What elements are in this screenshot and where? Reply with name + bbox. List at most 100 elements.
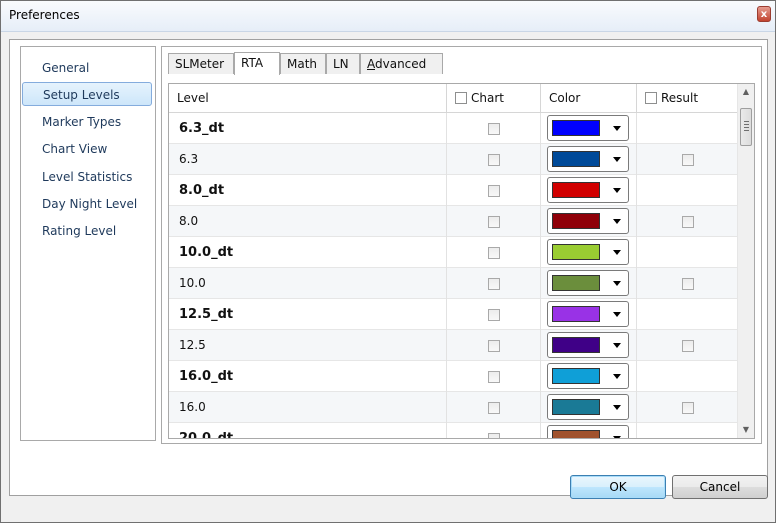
chart-cell <box>447 144 541 175</box>
chart-checkbox[interactable] <box>487 122 500 135</box>
header-level[interactable]: Level <box>169 84 447 112</box>
table-row[interactable]: 16.0 <box>169 392 738 423</box>
nav-item-day-night-level[interactable]: Day Night Level <box>22 192 152 216</box>
table-row[interactable]: 10.0_dt <box>169 237 738 268</box>
chart-checkbox[interactable] <box>487 401 500 414</box>
scroll-grip-line <box>744 130 749 131</box>
chart-checkbox[interactable] <box>487 432 500 438</box>
levels-grid: Level Chart Color Result 6.3_dt 6.3 8.0_dt… <box>168 83 755 439</box>
table-row[interactable]: 20.0_dt <box>169 423 738 438</box>
color-cell <box>541 361 637 392</box>
chevron-down-icon <box>613 281 621 286</box>
chart-cell <box>447 268 541 299</box>
nav-item-rating-level[interactable]: Rating Level <box>22 219 152 243</box>
tab-advanced[interactable]: Advanced <box>360 53 443 74</box>
color-swatch <box>552 306 600 322</box>
chart-cell <box>447 206 541 237</box>
table-row[interactable]: 6.3 <box>169 144 738 175</box>
nav-item-level-statistics[interactable]: Level Statistics <box>22 165 152 189</box>
chart-cell <box>447 392 541 423</box>
nav-item-setup-levels[interactable]: Setup Levels <box>22 82 152 106</box>
color-cell <box>541 392 637 423</box>
chart-cell <box>447 423 541 438</box>
chart-checkbox[interactable] <box>487 277 500 290</box>
chevron-down-icon <box>613 312 621 317</box>
tab-slmeter[interactable]: SLMeter <box>168 53 234 74</box>
header-chart-label: Chart <box>471 91 504 105</box>
scroll-down-icon[interactable]: ▼ <box>738 422 754 438</box>
tab-advanced-rest: dvanced <box>375 57 427 71</box>
result-checkbox[interactable] <box>681 215 694 228</box>
color-dropdown[interactable] <box>547 239 629 265</box>
color-cell <box>541 237 637 268</box>
tab-ln[interactable]: LN <box>326 53 360 74</box>
color-dropdown[interactable] <box>547 394 629 420</box>
close-icon[interactable]: x <box>757 6 771 22</box>
result-checkbox[interactable] <box>681 153 694 166</box>
result-cell <box>637 423 738 438</box>
color-cell <box>541 113 637 144</box>
table-row[interactable]: 16.0_dt <box>169 361 738 392</box>
color-dropdown[interactable] <box>547 363 629 389</box>
tab-rta[interactable]: RTA <box>234 52 280 75</box>
chart-checkbox[interactable] <box>487 308 500 321</box>
color-dropdown[interactable] <box>547 270 629 296</box>
level-name: 6.3_dt <box>169 113 447 144</box>
chart-checkbox[interactable] <box>487 339 500 352</box>
result-cell <box>637 268 738 299</box>
table-row[interactable]: 8.0_dt <box>169 175 738 206</box>
chevron-down-icon <box>613 157 621 162</box>
color-dropdown[interactable] <box>547 115 629 141</box>
vertical-scrollbar[interactable]: ▲ ▼ <box>737 84 754 438</box>
scroll-grip-line <box>744 127 749 128</box>
chart-checkbox[interactable] <box>487 215 500 228</box>
title-bar[interactable]: Preferences x <box>1 1 775 32</box>
color-dropdown[interactable] <box>547 146 629 172</box>
color-swatch <box>552 182 600 198</box>
color-dropdown[interactable] <box>547 301 629 327</box>
level-name: 12.5 <box>169 330 447 361</box>
color-swatch <box>552 368 600 384</box>
color-cell <box>541 144 637 175</box>
result-cell <box>637 361 738 392</box>
level-name: 10.0_dt <box>169 237 447 268</box>
level-name: 12.5_dt <box>169 299 447 330</box>
color-dropdown[interactable] <box>547 425 629 438</box>
header-result[interactable]: Result <box>637 84 738 112</box>
header-color[interactable]: Color <box>541 84 637 112</box>
color-cell <box>541 423 637 438</box>
chart-checkbox[interactable] <box>487 153 500 166</box>
result-checkbox[interactable] <box>681 401 694 414</box>
color-dropdown[interactable] <box>547 177 629 203</box>
header-chart[interactable]: Chart <box>447 84 541 112</box>
result-checkbox[interactable] <box>681 277 694 290</box>
tab-math[interactable]: Math <box>280 53 326 74</box>
nav-item-chart-view[interactable]: Chart View <box>22 137 152 161</box>
color-cell <box>541 268 637 299</box>
chart-checkbox[interactable] <box>487 246 500 259</box>
chevron-down-icon <box>613 343 621 348</box>
scroll-up-icon[interactable]: ▲ <box>738 84 754 100</box>
table-row[interactable]: 10.0 <box>169 268 738 299</box>
chart-checkbox[interactable] <box>487 370 500 383</box>
chevron-down-icon <box>613 188 621 193</box>
header-result-checkbox[interactable] <box>645 91 657 104</box>
table-row[interactable]: 6.3_dt <box>169 113 738 144</box>
color-swatch <box>552 244 600 260</box>
result-checkbox[interactable] <box>681 339 694 352</box>
chevron-down-icon <box>613 219 621 224</box>
window-title: Preferences <box>9 8 80 22</box>
chart-checkbox[interactable] <box>487 184 500 197</box>
color-dropdown[interactable] <box>547 208 629 234</box>
nav-item-general[interactable]: General <box>22 56 152 80</box>
cancel-button[interactable]: Cancel <box>672 475 768 499</box>
table-row[interactable]: 12.5_dt <box>169 299 738 330</box>
result-cell <box>637 299 738 330</box>
scroll-thumb[interactable] <box>740 108 752 146</box>
color-dropdown[interactable] <box>547 332 629 358</box>
table-row[interactable]: 8.0 <box>169 206 738 237</box>
nav-item-marker-types[interactable]: Marker Types <box>22 110 152 134</box>
header-chart-checkbox[interactable] <box>455 91 467 104</box>
ok-button[interactable]: OK <box>570 475 666 499</box>
table-row[interactable]: 12.5 <box>169 330 738 361</box>
